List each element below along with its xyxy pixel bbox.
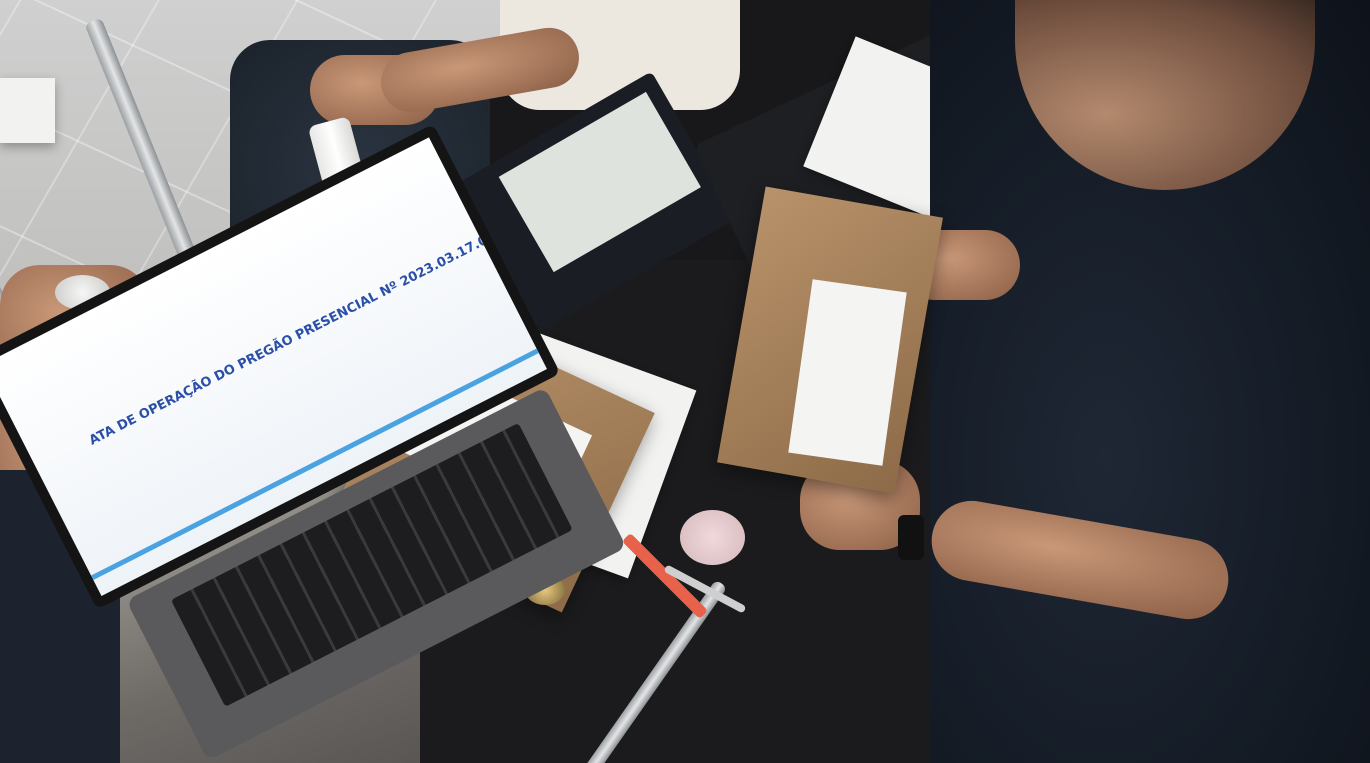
paper-card: [0, 78, 55, 143]
wristwatch: [898, 515, 924, 560]
round-lid: [680, 510, 745, 565]
photo-scene: ATA DE OPERAÇÃO DO PREGÃO PRESENCIAL Nº …: [0, 0, 1370, 763]
